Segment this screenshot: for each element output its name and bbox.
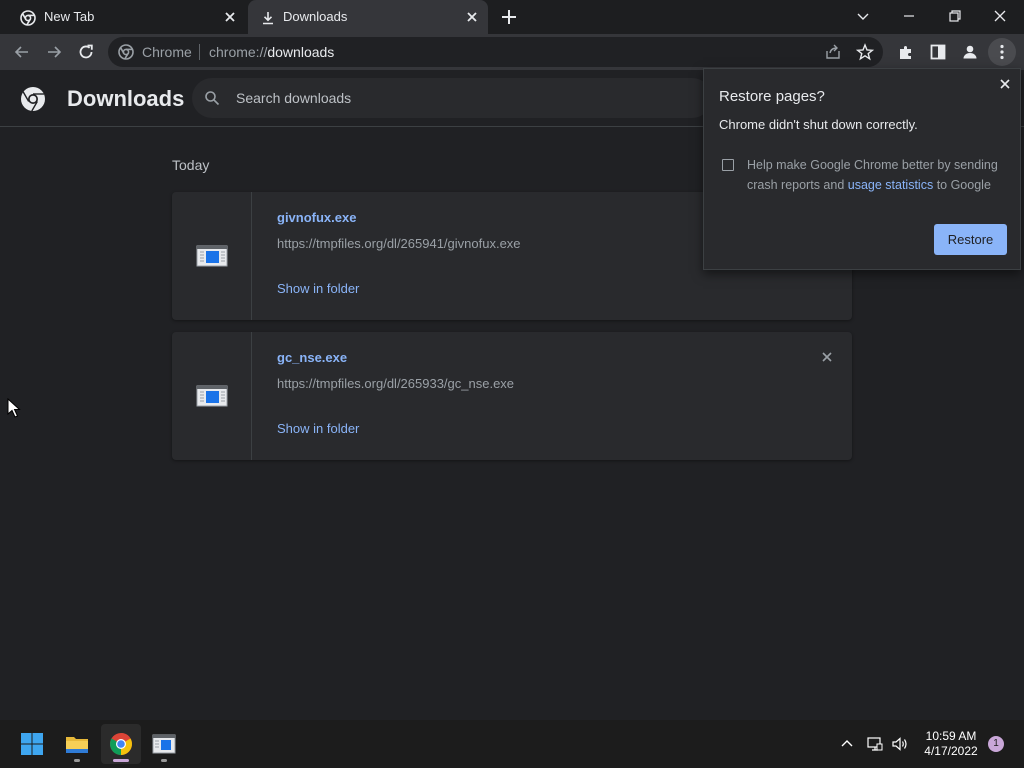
extensions-icon[interactable] [896, 42, 916, 62]
network-icon[interactable] [866, 735, 884, 753]
close-window-icon[interactable] [990, 6, 1010, 26]
file-name-link[interactable]: givnofux.exe [277, 210, 356, 225]
search-input[interactable] [236, 88, 676, 108]
chevron-up-icon[interactable] [838, 735, 856, 753]
menu-button[interactable] [988, 38, 1016, 66]
chrome-icon [20, 10, 36, 26]
show-in-folder-link[interactable]: Show in folder [277, 281, 359, 296]
taskbar: 10:59 AM 4/17/2022 1 [0, 720, 1024, 768]
dialog-title: Restore pages? [719, 88, 825, 105]
chrome-icon [118, 44, 134, 60]
taskbar-file-explorer[interactable] [57, 724, 97, 764]
executable-file-icon [196, 245, 228, 267]
omnibox-divider [199, 44, 200, 60]
active-indicator [113, 759, 129, 762]
volume-icon[interactable] [891, 735, 909, 753]
show-in-folder-link[interactable]: Show in folder [277, 421, 359, 436]
share-icon[interactable] [824, 43, 842, 61]
star-icon[interactable] [856, 43, 874, 61]
file-icon-column [172, 192, 252, 320]
close-icon[interactable] [222, 9, 238, 25]
side-panel-icon[interactable] [928, 42, 948, 62]
url-text: chrome://downloads [209, 44, 334, 60]
url-host: downloads [267, 44, 335, 60]
mouse-cursor-icon [7, 398, 21, 418]
back-arrow-icon[interactable] [12, 42, 32, 62]
dialog-message: Chrome didn't shut down correctly. [719, 117, 918, 132]
windows-start-icon [21, 733, 43, 755]
restore-button[interactable]: Restore [934, 224, 1007, 255]
search-box[interactable] [192, 78, 712, 118]
system-clock[interactable]: 10:59 AM 4/17/2022 [916, 729, 986, 759]
search-icon [205, 91, 220, 106]
chrome-logo-icon [21, 87, 45, 112]
download-item: gc_nse.exe https://tmpfiles.org/dl/26593… [172, 332, 852, 460]
more-vert-icon [1000, 44, 1004, 60]
address-bar[interactable]: Chrome chrome://downloads [108, 37, 883, 67]
tab-search-icon[interactable] [853, 6, 873, 26]
source-url[interactable]: https://tmpfiles.org/dl/265941/givnofux.… [277, 236, 521, 251]
site-chip: Chrome [142, 44, 192, 60]
crash-report-label: Help make Google Chrome better by sendin… [747, 155, 1007, 195]
restore-pages-dialog: Restore pages? Chrome didn't shut down c… [703, 68, 1021, 270]
taskbar-app[interactable] [144, 724, 184, 764]
new-tab-icon[interactable] [500, 8, 518, 26]
file-explorer-icon [66, 737, 88, 753]
close-icon[interactable] [998, 77, 1012, 91]
forward-arrow-icon[interactable] [44, 42, 64, 62]
source-url[interactable]: https://tmpfiles.org/dl/265933/gc_nse.ex… [277, 376, 514, 391]
usage-statistics-link[interactable]: usage statistics [848, 178, 933, 192]
tab-label: Downloads [283, 9, 348, 24]
notification-badge[interactable]: 1 [988, 736, 1004, 752]
crash-report-checkbox[interactable] [722, 159, 734, 171]
reload-icon[interactable] [76, 42, 96, 62]
app-window-icon [152, 734, 176, 754]
url-scheme: chrome:// [209, 44, 268, 60]
minimize-icon[interactable] [899, 6, 919, 26]
toolbar: Chrome chrome://downloads [0, 34, 1024, 70]
tab-strip: New Tab Downloads [0, 0, 1024, 34]
restore-window-icon[interactable] [945, 6, 965, 26]
running-indicator [74, 759, 80, 762]
remove-from-list-icon[interactable] [820, 350, 834, 364]
consent-text-post: to Google [933, 178, 991, 192]
page-title: Downloads [67, 86, 185, 111]
tab-label: New Tab [44, 9, 95, 24]
clock-date: 4/17/2022 [924, 744, 978, 758]
executable-file-icon [196, 385, 228, 407]
clock-time: 10:59 AM [925, 729, 977, 743]
running-indicator [161, 759, 167, 762]
file-icon-column [172, 332, 252, 460]
tab-downloads[interactable]: Downloads [248, 0, 488, 34]
taskbar-chrome[interactable] [101, 724, 141, 764]
tab-new-tab[interactable]: New Tab [0, 0, 246, 34]
date-group-label: Today [172, 157, 210, 173]
profile-icon[interactable] [960, 42, 980, 62]
chrome-icon [110, 733, 132, 755]
start-button[interactable] [12, 724, 52, 764]
download-icon [263, 12, 273, 25]
file-name-link[interactable]: gc_nse.exe [277, 350, 347, 365]
close-icon[interactable] [464, 9, 480, 25]
